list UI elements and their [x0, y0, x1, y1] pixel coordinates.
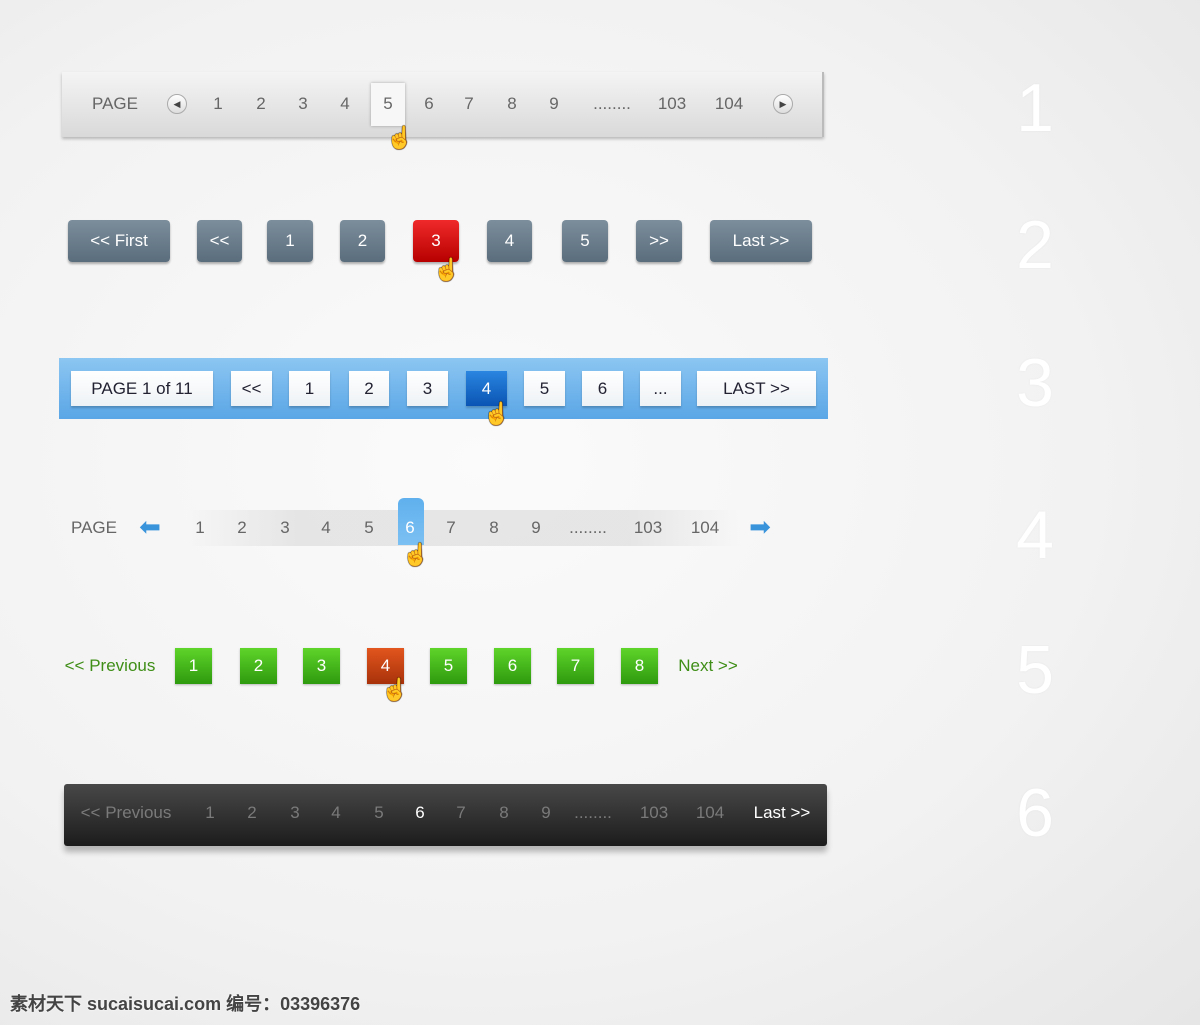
page-button[interactable]: 2: [340, 220, 385, 262]
page-link[interactable]: 103: [640, 803, 668, 823]
page-button[interactable]: 8: [621, 648, 658, 684]
page-link[interactable]: ........: [574, 803, 612, 823]
page-link[interactable]: 4: [321, 518, 330, 538]
page-link[interactable]: 2: [256, 94, 265, 114]
page-link[interactable]: 5: [383, 94, 392, 114]
page-link[interactable]: 9: [549, 94, 558, 114]
page-link[interactable]: 2: [237, 518, 246, 538]
page-button[interactable]: 3: [413, 220, 459, 262]
page-link[interactable]: 8: [489, 518, 498, 538]
last-link[interactable]: Last >>: [754, 803, 811, 823]
style-number-label: 2: [1016, 207, 1054, 283]
page-link[interactable]: 7: [456, 803, 465, 823]
prev-button[interactable]: <<: [231, 371, 272, 406]
hand-cursor-icon-1: ☝: [386, 125, 414, 150]
page-button[interactable]: 5: [430, 648, 467, 684]
style-number-label: 3: [1016, 345, 1054, 421]
page-button[interactable]: ...: [640, 371, 681, 406]
page-link[interactable]: 3: [280, 518, 289, 538]
style-number-label: 1: [1016, 70, 1054, 146]
prev-button[interactable]: <<: [197, 220, 242, 262]
page-link[interactable]: 9: [541, 803, 550, 823]
next-button[interactable]: >>: [636, 220, 682, 262]
page-button[interactable]: 6: [582, 371, 623, 406]
page-button[interactable]: 4: [487, 220, 532, 262]
hand-cursor-icon-5: ☝: [381, 677, 409, 702]
page-link[interactable]: 4: [340, 94, 349, 114]
page-link[interactable]: 1: [205, 803, 214, 823]
page-button[interactable]: 6: [494, 648, 531, 684]
hand-cursor-icon-3: ☝: [483, 401, 511, 426]
pager-4-label: PAGE: [71, 518, 117, 537]
page-button[interactable]: 1: [175, 648, 212, 684]
page-link[interactable]: 104: [715, 94, 743, 114]
page-link[interactable]: ........: [593, 94, 631, 114]
style-number-label: 4: [1016, 497, 1054, 573]
watermark: 素材天下 sucaisucai.com 编号：03396376: [10, 994, 361, 1014]
page-link[interactable]: 6: [424, 94, 433, 114]
page-link[interactable]: ........: [569, 518, 607, 538]
page-link[interactable]: 7: [446, 518, 455, 538]
page-link[interactable]: 3: [290, 803, 299, 823]
page-button[interactable]: 3: [303, 648, 340, 684]
page-link[interactable]: 2: [247, 803, 256, 823]
arrow-right-icon[interactable]: ➡: [749, 512, 771, 543]
page-link[interactable]: 103: [658, 94, 686, 114]
last-button[interactable]: LAST >>: [697, 371, 816, 406]
page-link[interactable]: 6: [415, 803, 424, 823]
page-button[interactable]: 3: [407, 371, 448, 406]
page-button[interactable]: 2: [240, 648, 277, 684]
page-link[interactable]: 4: [331, 803, 340, 823]
page-link[interactable]: 1: [195, 518, 204, 538]
next-page-icon[interactable]: ▶: [773, 94, 793, 114]
arrow-left-icon[interactable]: ⬅: [139, 512, 161, 543]
page-link[interactable]: 5: [364, 518, 373, 538]
pager-1-label: PAGE: [92, 94, 138, 113]
page-info: PAGE 1 of 11: [71, 371, 213, 406]
page-link[interactable]: 3: [298, 94, 307, 114]
hand-cursor-icon-4: ☝: [402, 542, 430, 567]
last-button[interactable]: Last >>: [710, 220, 812, 262]
previous-link[interactable]: << Previous: [65, 656, 156, 676]
page-link[interactable]: 5: [374, 803, 383, 823]
style-number-label: 6: [1016, 775, 1054, 851]
style-number-label: 5: [1016, 632, 1054, 708]
page-button[interactable]: 1: [267, 220, 313, 262]
page-link[interactable]: 1: [213, 94, 222, 114]
page-link[interactable]: 8: [507, 94, 516, 114]
next-link[interactable]: Next >>: [678, 656, 738, 676]
page-link[interactable]: 104: [691, 518, 719, 538]
page-button[interactable]: 5: [562, 220, 608, 262]
page-link[interactable]: 6: [405, 518, 414, 538]
first-button[interactable]: << First: [68, 220, 170, 262]
page-button[interactable]: 2: [349, 371, 389, 406]
page-button[interactable]: 5: [524, 371, 565, 406]
page-button[interactable]: 7: [557, 648, 594, 684]
previous-link[interactable]: << Previous: [81, 803, 172, 823]
page-link[interactable]: 9: [531, 518, 540, 538]
page-link[interactable]: 7: [464, 94, 473, 114]
page-button[interactable]: 1: [289, 371, 330, 406]
hand-cursor-icon-2: ☝: [433, 257, 461, 282]
page-link[interactable]: 104: [696, 803, 724, 823]
prev-page-icon[interactable]: ◀: [167, 94, 187, 114]
page-link[interactable]: 8: [499, 803, 508, 823]
page-link[interactable]: 103: [634, 518, 662, 538]
